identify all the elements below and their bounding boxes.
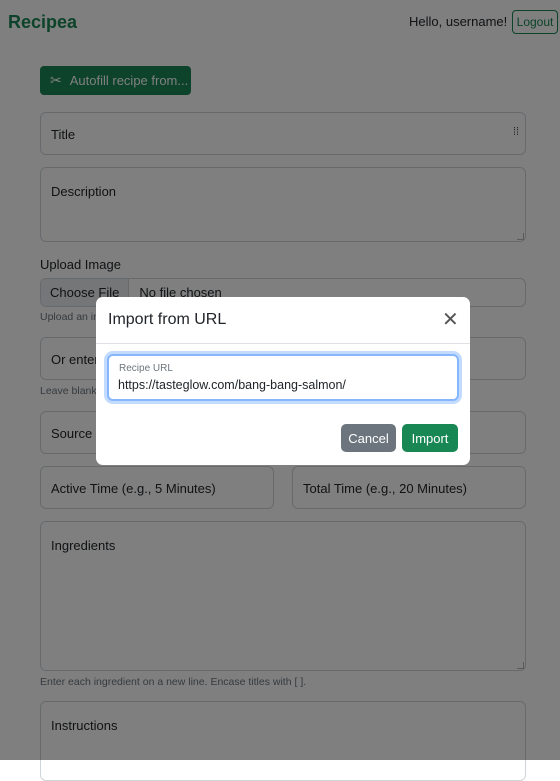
close-icon[interactable]: ✕ — [442, 310, 459, 330]
import-url-modal: Import from URL ✕ Recipe URL https://tas… — [96, 297, 470, 465]
recipe-url-label: Recipe URL — [119, 363, 173, 374]
import-button[interactable]: Import — [402, 424, 458, 452]
recipe-url-value: https://tasteglow.com/bang-bang-salmon/ — [118, 378, 346, 392]
modal-header-divider — [96, 343, 470, 344]
modal-title: Import from URL — [108, 311, 227, 328]
cancel-button[interactable]: Cancel — [341, 424, 396, 452]
recipe-url-input[interactable]: Recipe URL https://tasteglow.com/bang-ba… — [107, 354, 459, 401]
